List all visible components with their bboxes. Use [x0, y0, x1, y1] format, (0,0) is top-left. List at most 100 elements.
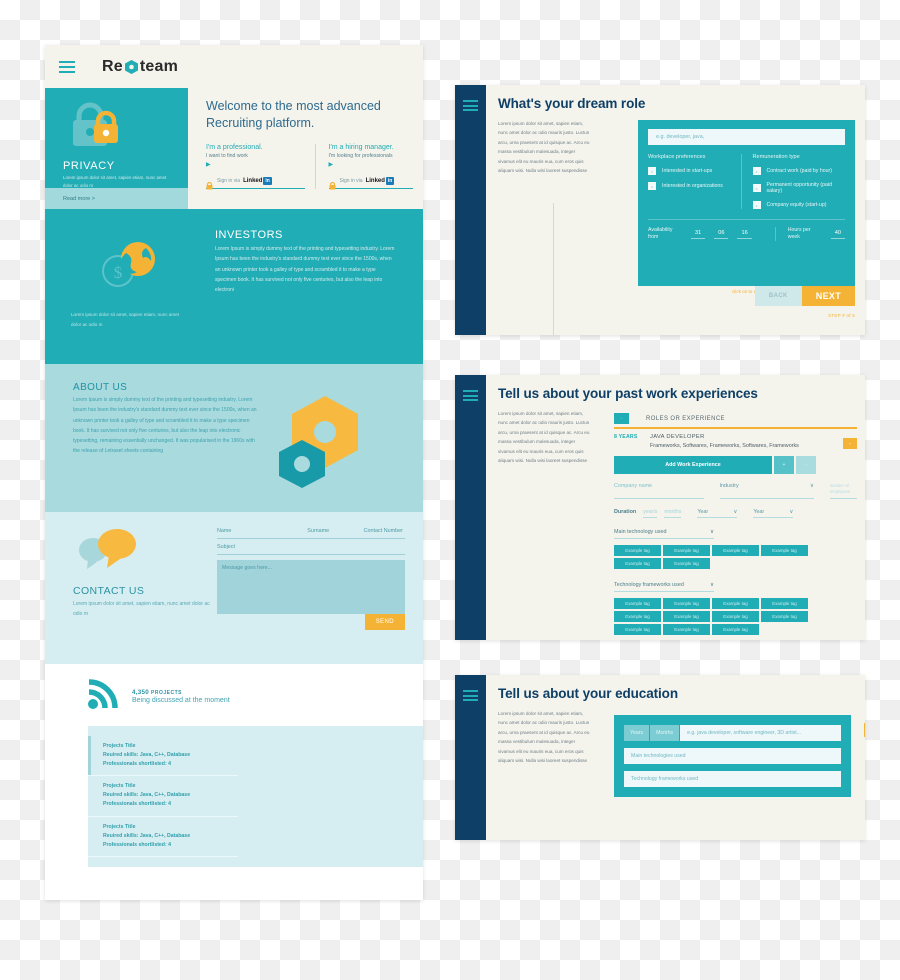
- plus-icon[interactable]: +: [843, 438, 857, 449]
- tag-chip[interactable]: Example tag: [614, 597, 661, 609]
- checkbox-row[interactable]: x Interested in start-ups: [648, 167, 733, 175]
- checkbox-icon[interactable]: x: [752, 167, 761, 175]
- plus-icon[interactable]: +: [864, 723, 865, 737]
- main-technologies-input[interactable]: Main technologies used: [624, 748, 841, 764]
- linkedin-logo: Linked in: [365, 176, 395, 185]
- add-work-experience-button[interactable]: Add Work Experience: [614, 456, 772, 474]
- industry-select[interactable]: Industry ∨: [719, 483, 814, 499]
- signin-linkedin-professional[interactable]: Sign in via Linked in: [206, 176, 305, 189]
- checkbox-icon[interactable]: x: [648, 167, 656, 175]
- linkedin-logo: Linked in: [243, 176, 272, 185]
- frameworks-select[interactable]: Technology frameworks used ∨: [614, 582, 714, 592]
- checkbox-icon[interactable]: x: [648, 182, 656, 190]
- add-roles-group[interactable]: + Add Roles: [864, 723, 865, 750]
- signin-linkedin-manager[interactable]: Sign in via Linked in: [328, 176, 413, 189]
- main-technology-select[interactable]: Main technology used ∨: [614, 529, 714, 539]
- role-search-input[interactable]: e.g. developer, java,: [648, 129, 845, 145]
- tag-chip[interactable]: Example tag: [614, 610, 661, 622]
- contact-number-field[interactable]: Contact Number: [364, 528, 403, 534]
- main-technology-label: Main technology used: [614, 528, 667, 535]
- years-pill[interactable]: Years: [624, 725, 650, 741]
- hamburger-menu-icon[interactable]: [463, 100, 478, 111]
- read-more-link[interactable]: Read more >: [45, 188, 188, 209]
- back-button[interactable]: BACK: [754, 286, 802, 306]
- play-icon[interactable]: ▶: [329, 161, 414, 168]
- list-item[interactable]: Projects Title Reuired skills: Java, C++…: [88, 817, 238, 857]
- roles-header-label: ROLES OR EXPERIENCE: [646, 415, 725, 422]
- checkbox-label: Interested in start-ups: [662, 168, 713, 174]
- months-pill[interactable]: Months: [650, 725, 680, 741]
- add-minus-button[interactable]: -: [796, 456, 816, 474]
- tag-chip[interactable]: Example tag: [663, 610, 710, 622]
- name-field[interactable]: Name: [217, 528, 307, 534]
- cta-professional[interactable]: I'm a professional. I want to find work …: [206, 144, 315, 189]
- add-plus-button[interactable]: +: [774, 456, 794, 474]
- surname-field[interactable]: Surname: [307, 528, 363, 534]
- tag-chip[interactable]: Example tag: [614, 544, 661, 556]
- play-icon[interactable]: ▶: [206, 161, 305, 168]
- subject-field[interactable]: Subject: [217, 539, 405, 555]
- cta-hiring-manager[interactable]: I'm a hiring manager. I'm looking for pr…: [314, 143, 424, 189]
- message-textarea[interactable]: Message goes here...: [217, 560, 405, 614]
- tag-chip[interactable]: Example tag: [663, 597, 710, 609]
- availability-day[interactable]: 31: [691, 230, 706, 239]
- education-role-input[interactable]: e.g. java developer, software engineer, …: [680, 725, 841, 741]
- dream-role-footer: click on to edit BACK NEXT STEP # of 5: [638, 286, 855, 318]
- year-from-select[interactable]: Year ∨: [697, 509, 738, 518]
- send-button[interactable]: SEND: [364, 614, 405, 630]
- hamburger-menu-icon[interactable]: [463, 690, 478, 701]
- privacy-card[interactable]: PRIVACY Lorem ipsum dolor sit amet, sapi…: [45, 88, 188, 209]
- list-item[interactable]: Projects Title Reuired skills: Java, C++…: [88, 776, 238, 817]
- about-title: ABOUT US: [73, 382, 128, 393]
- checkbox-row[interactable]: x Company equity (start-up): [752, 201, 838, 209]
- experience-years: 8 YEARS: [614, 434, 638, 440]
- tag-chip[interactable]: Example tag: [761, 544, 808, 556]
- employees-label: number of employees: [829, 483, 857, 499]
- hours-label: Hours per week: [787, 227, 811, 241]
- site-logo[interactable]: Re team: [102, 58, 178, 76]
- step-indicator: STEP # of 5: [828, 313, 855, 318]
- investors-title: INVESTORS: [215, 229, 283, 241]
- tag-chip[interactable]: Example tag: [761, 597, 808, 609]
- globe-dollar-icon: $: [96, 242, 164, 295]
- tag-chip[interactable]: Example tag: [712, 544, 759, 556]
- availability-month[interactable]: 06: [714, 230, 729, 239]
- duration-years-input[interactable]: year/s: [643, 509, 658, 518]
- availability-year[interactable]: 16: [737, 230, 752, 239]
- tag-chip[interactable]: Example tag: [614, 557, 661, 569]
- tag-chip[interactable]: Example tag: [663, 623, 710, 635]
- tag-chip[interactable]: Example tag: [663, 557, 710, 569]
- experience-summary: 8 YEARS JAVA DEVELOPER: [614, 434, 857, 440]
- linkedin-word: Linked: [243, 177, 263, 184]
- checkbox-row[interactable]: x Contract work (paid by hour): [752, 167, 838, 175]
- next-button[interactable]: NEXT: [801, 286, 855, 306]
- collapse-icon[interactable]: ^: [614, 413, 629, 424]
- page-title: What's your dream role: [498, 96, 646, 111]
- privacy-title: PRIVACY: [63, 160, 115, 172]
- checkbox-icon[interactable]: x: [752, 201, 761, 209]
- tag-chip[interactable]: Example tag: [712, 597, 759, 609]
- company-name-input[interactable]: Company name: [614, 483, 704, 499]
- tag-chip[interactable]: Example tag: [761, 610, 808, 622]
- duration-months-input[interactable]: months: [664, 509, 682, 518]
- tag-chip[interactable]: Example tag: [712, 610, 759, 622]
- tag-chip[interactable]: Example tag: [712, 623, 759, 635]
- checkbox-row[interactable]: x Interested in organizations: [648, 182, 733, 190]
- tag-chip[interactable]: Example tag: [614, 623, 661, 635]
- checkbox-row[interactable]: x Permanent opportunity (paid salary): [752, 182, 838, 194]
- hamburger-menu-icon[interactable]: [59, 60, 75, 73]
- projects-header: 4,350 PROJECTS Being discussed at the mo…: [45, 678, 423, 715]
- year-to-select[interactable]: Year ∨: [753, 509, 794, 518]
- linkedin-word: Linked: [365, 177, 385, 184]
- work-experience-sidebar: [455, 375, 486, 640]
- technology-frameworks-input[interactable]: Technology frameworks used: [624, 771, 841, 787]
- about-text: ABOUT US Lorem Ipsum is simply dummy tex…: [45, 382, 260, 512]
- work-experience-lorem: Lorem ipsum dolor sit amet, sapien etiam…: [498, 411, 590, 464]
- project-shortlisted: Professionals shortlisted: 4: [103, 761, 172, 768]
- hamburger-menu-icon[interactable]: [463, 390, 478, 401]
- list-item[interactable]: Projects Title Reuired skills: Java, C++…: [88, 736, 238, 777]
- checkbox-icon[interactable]: x: [752, 184, 761, 192]
- experience-frameworks: Frameworks, Softwares, Frameworks, Softw…: [650, 443, 799, 449]
- hours-value[interactable]: 40: [830, 230, 845, 239]
- tag-chip[interactable]: Example tag: [663, 544, 710, 556]
